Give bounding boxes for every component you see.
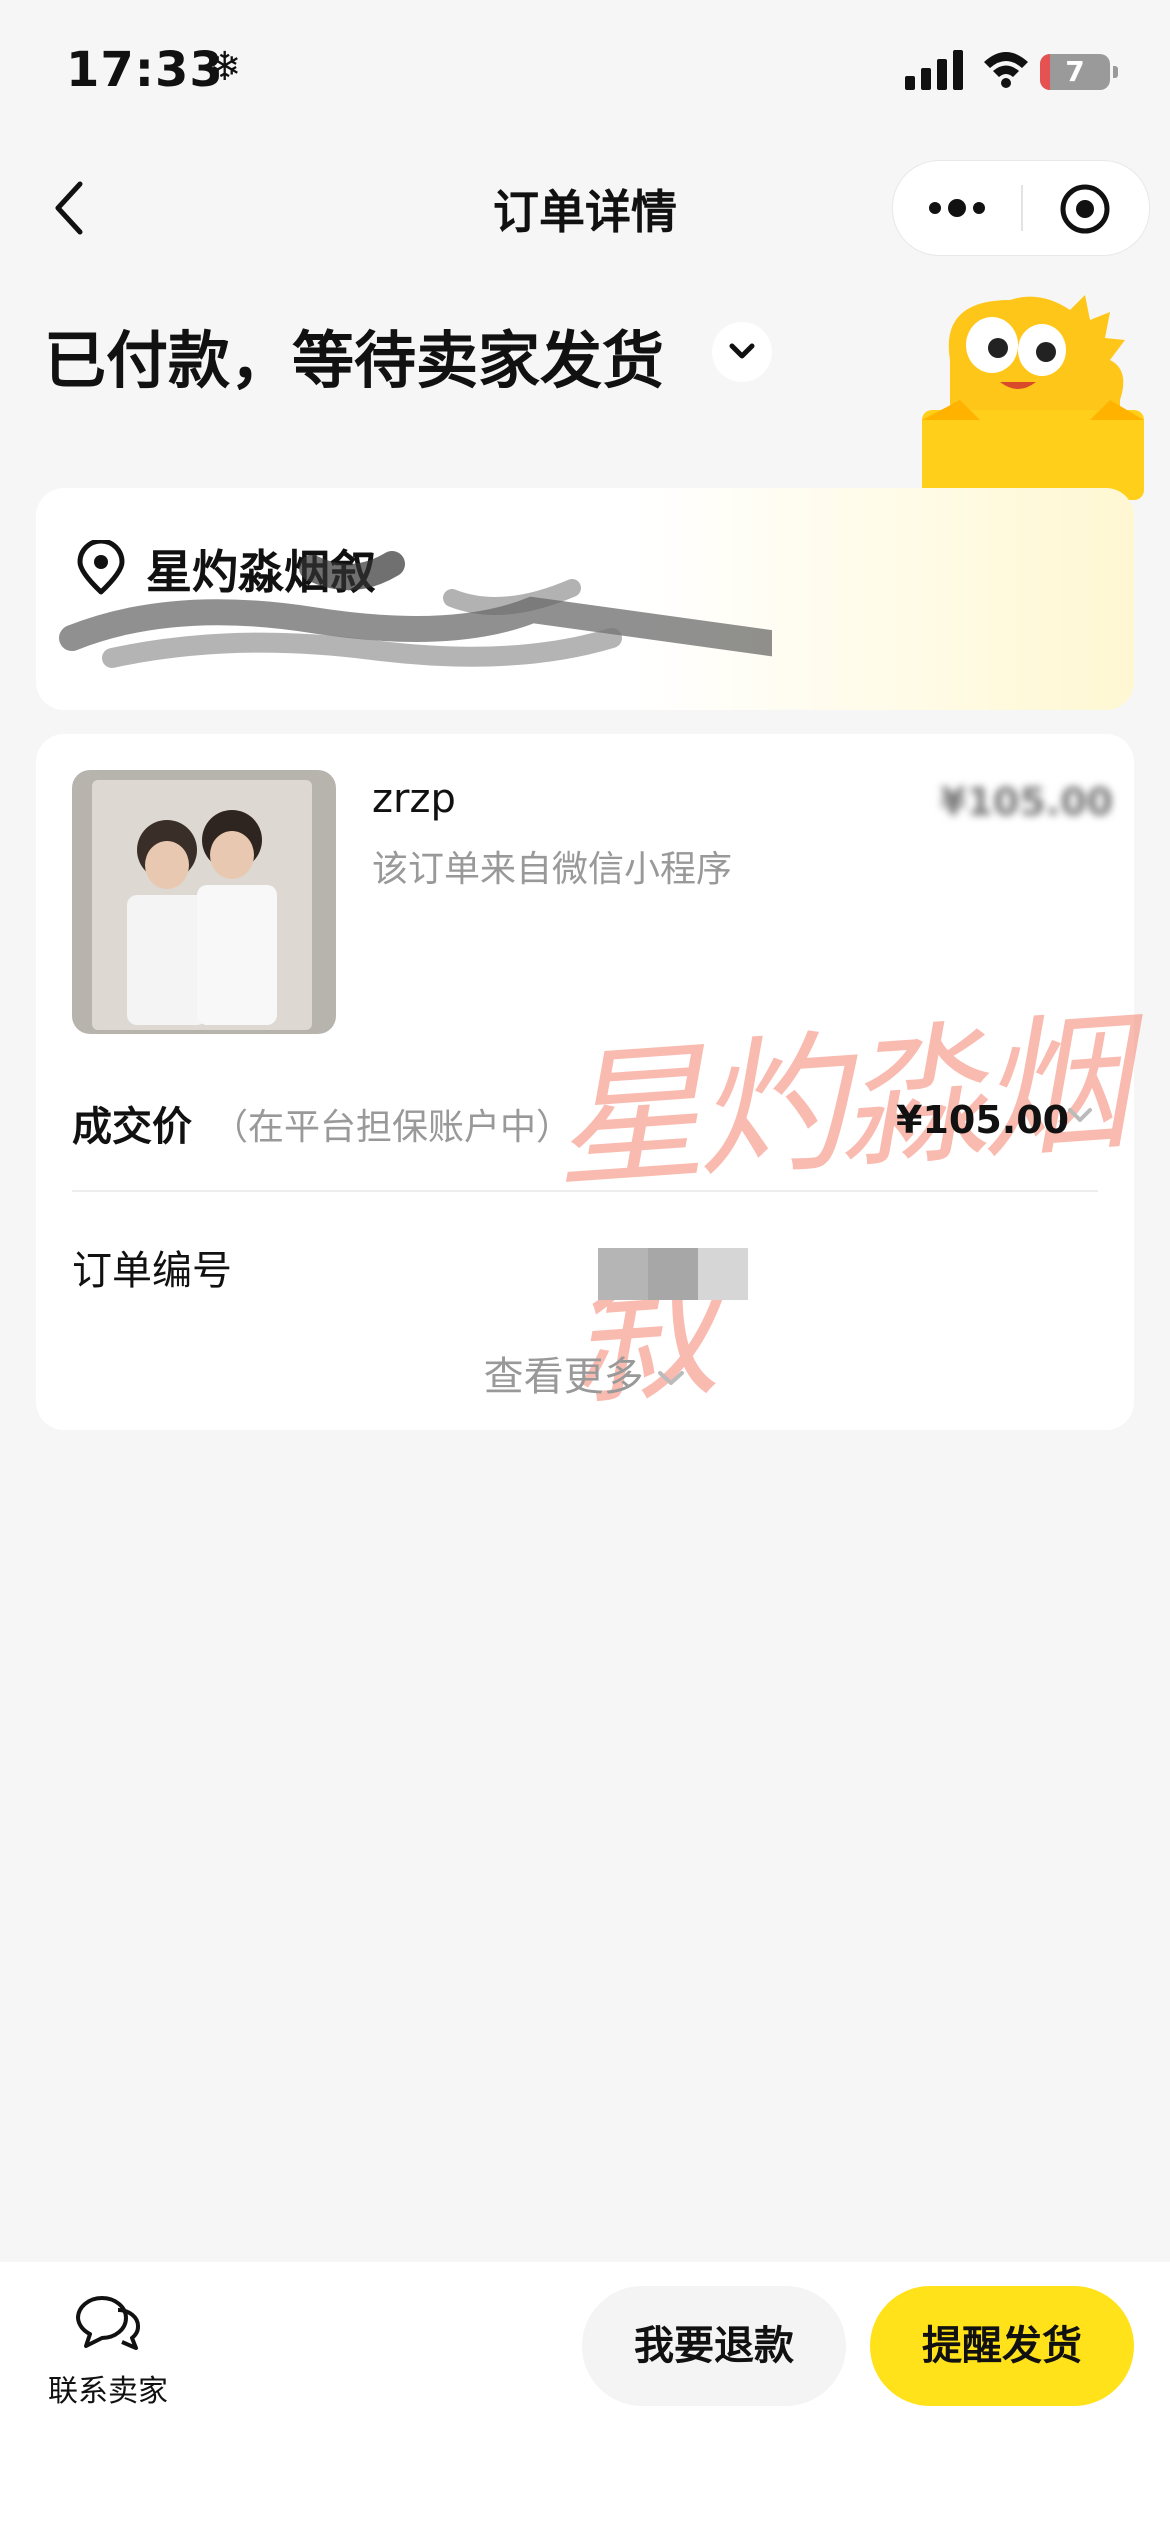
close-target-icon[interactable] <box>1059 183 1111 235</box>
order-status-title: 已付款，等待卖家发货 <box>44 324 665 397</box>
view-more-button[interactable]: 查看更多 <box>0 1344 1170 1402</box>
wifi-icon <box>984 52 1028 88</box>
more-dots-icon[interactable] <box>927 195 987 221</box>
product-photo <box>92 780 312 1030</box>
mini-program-capsule <box>892 160 1150 256</box>
remind-shipping-button[interactable]: 提醒发货 <box>870 2286 1134 2406</box>
chevron-down-icon[interactable] <box>1066 1106 1094 1126</box>
divider <box>72 1190 1098 1192</box>
product-name[interactable]: zrzp <box>372 776 456 822</box>
chevron-down-icon <box>729 343 755 359</box>
order-number-redacted <box>598 1248 748 1300</box>
view-more-label: 查看更多 <box>483 1354 644 1400</box>
battery-level: 7 <box>1065 55 1085 88</box>
chevron-down-icon <box>658 1371 685 1385</box>
cellular-signal-icon <box>905 50 963 90</box>
order-number-label: 订单编号 <box>72 1248 232 1294</box>
refund-button[interactable]: 我要退款 <box>582 2286 846 2406</box>
mascot-icon <box>922 295 1144 500</box>
snowflake-icon: ❄ <box>208 44 242 90</box>
product-image[interactable] <box>72 770 336 1034</box>
deal-price-label: 成交价 <box>72 1104 192 1150</box>
order-source: 该订单来自微信小程序 <box>372 849 733 890</box>
contact-seller-label[interactable]: 联系卖家 <box>48 2366 168 2410</box>
deal-price-value[interactable]: ¥105.00 <box>896 1098 1069 1142</box>
status-expand-button[interactable] <box>712 322 772 382</box>
product-price: ¥105.00 <box>940 780 1114 824</box>
redacted-address-scribble <box>59 551 772 668</box>
status-time: 17:33 <box>66 42 224 98</box>
deal-price-note: （在平台担保账户中） <box>212 1107 573 1148</box>
chat-bubble-icon[interactable] <box>72 2292 144 2352</box>
battery-icon: 7 <box>1040 54 1118 90</box>
